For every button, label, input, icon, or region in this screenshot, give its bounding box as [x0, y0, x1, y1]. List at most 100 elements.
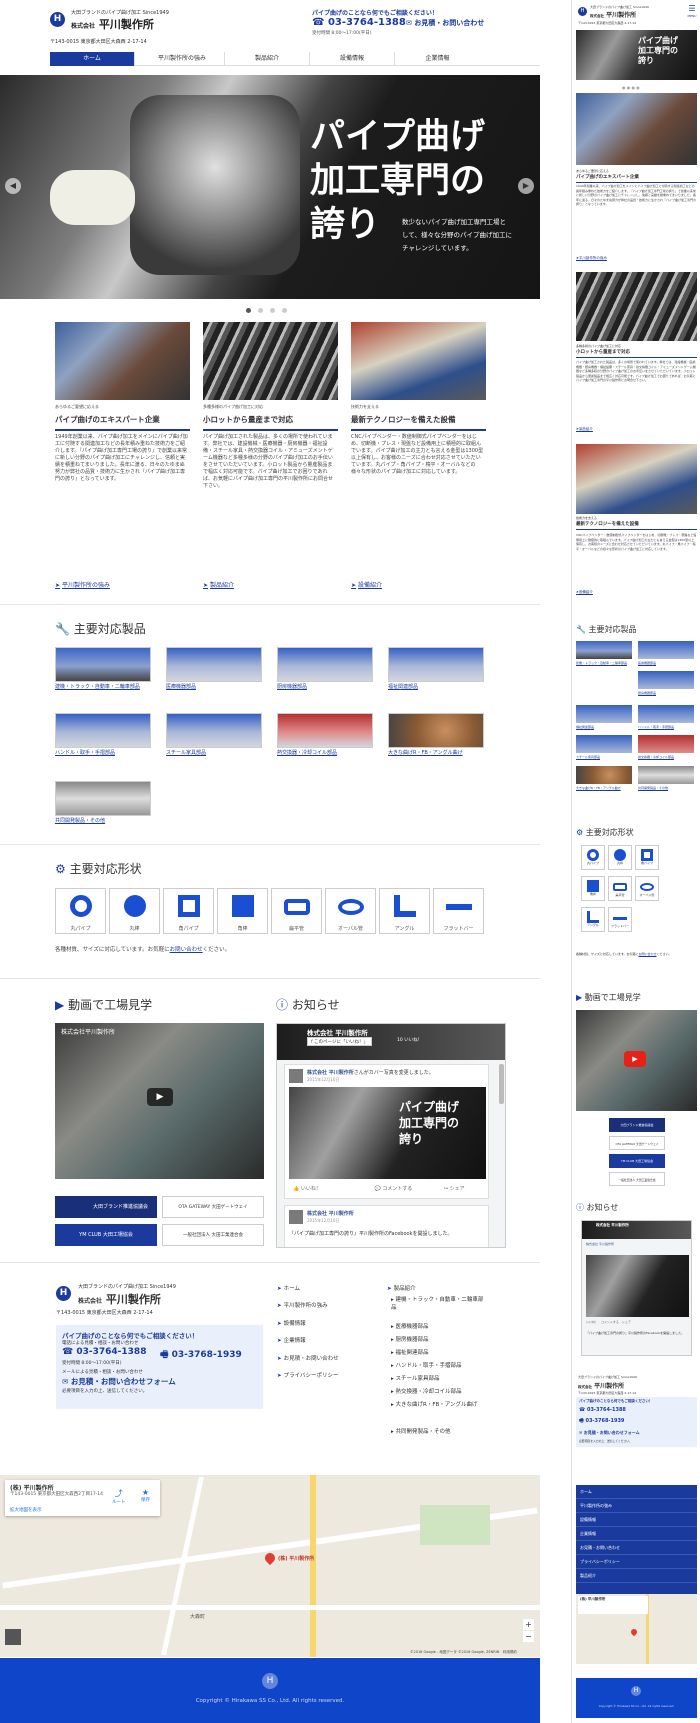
product-link-9[interactable]: 共同開発製品・その他	[55, 818, 105, 825]
mobile-fb-page[interactable]: 株式会社 平川製作所	[596, 1223, 629, 1228]
fb-page-name[interactable]: 株式会社 平川製作所	[307, 1027, 368, 1037]
footer-sublink[interactable]: ▸ 医療機器部品	[391, 1323, 429, 1331]
mobile-product-label-4[interactable]: 福祉関連部品	[576, 725, 594, 729]
banner-ota-brand[interactable]: 大田ブランド推進協議会	[55, 1196, 157, 1218]
fb-post-2-name[interactable]: 株式会社 平川製作所	[307, 1210, 354, 1217]
slider-dot-2[interactable]	[258, 308, 263, 313]
nav-home[interactable]: ホーム	[50, 52, 135, 66]
mobile-shape-square-pipe[interactable]: 角パイプ	[635, 845, 659, 870]
mobile-hero[interactable]: パイプ曲げ 加工専門の 誇り	[576, 30, 697, 80]
mobile-shape-round-pipe[interactable]: 丸パイプ	[581, 845, 605, 870]
shape-square-bar[interactable]: 角棒	[217, 888, 268, 934]
mobile-shape-square-bar[interactable]: 角棒	[581, 876, 605, 901]
mobile-shape-oval-tube[interactable]: オーバル管	[635, 876, 659, 901]
nav-company[interactable]: 企業情報	[395, 52, 480, 66]
shape-oval-tube[interactable]: オーバル管	[325, 888, 376, 934]
feature-3-link[interactable]: ➤ 設備紹介	[351, 580, 382, 589]
mobile-product-label-2[interactable]: 医療機器部品	[638, 661, 656, 665]
product-thumb-8[interactable]	[388, 713, 484, 748]
slider-dot-4[interactable]	[282, 308, 287, 313]
product-link-2[interactable]: 医療機器部品	[166, 684, 196, 691]
mobile-product-5[interactable]	[638, 705, 694, 723]
footer-sublink[interactable]: ▸ 厨房機器部品	[391, 1336, 429, 1344]
product-thumb-3[interactable]	[277, 647, 373, 682]
footer-sublink[interactable]: ▸ 大きな曲げR・FB・アングル曲げ	[391, 1401, 487, 1409]
fb-post-1-image[interactable]: パイプ曲げ 加工専門の 誇り	[289, 1087, 486, 1179]
mobile-shape-flat-tube[interactable]: 扁平管	[608, 876, 632, 901]
footer-link[interactable]: ➤ 平川製作所の強み	[277, 1302, 328, 1310]
mobile-nav-strengths[interactable]: 平川製作所の強み	[576, 1499, 697, 1513]
shape-square-pipe[interactable]: 角パイプ	[163, 888, 214, 934]
fb-like-page-button[interactable]: f このページに「いいね！」	[307, 1037, 372, 1046]
company-name[interactable]: 株式会社 平川製作所	[71, 16, 154, 32]
map-zoom-in[interactable]: +	[523, 1619, 534, 1630]
mobile-product-4[interactable]	[576, 705, 632, 723]
mobile-menu-button[interactable]: ☰ MENU	[685, 4, 699, 22]
mobile-phone[interactable]: ☎ 03-3764-1388	[579, 1407, 626, 1413]
hero-slider[interactable]: パイプ曲げ 加工専門の 誇り 数少ないパイプ曲げ加工専門工場と して、様々な分野…	[0, 75, 540, 299]
mobile-nav-contact[interactable]: お見積・お問い合わせ	[576, 1541, 697, 1555]
footer-sublink[interactable]: ▸ 建機・トラック・自動車・二輪車部品	[391, 1296, 487, 1312]
mobile-fb-like[interactable]: いいね！	[586, 1320, 598, 1324]
map-pin-icon[interactable]	[262, 1550, 278, 1566]
banner-ym-club[interactable]: YM CLUB 大田工場協会	[55, 1224, 157, 1246]
mobile-feature-3-link[interactable]: ➤設備紹介	[576, 590, 593, 595]
product-thumb-4[interactable]	[388, 647, 484, 682]
slider-dot-3[interactable]	[270, 308, 275, 313]
product-thumb-5[interactable]	[55, 713, 151, 748]
fb-scrollbar[interactable]	[499, 1064, 504, 1104]
mobile-product-label-1[interactable]: 建機・トラック・自動車・二輪車部品	[576, 661, 632, 665]
footer-sublink[interactable]: ▸ スチール家具部品	[391, 1375, 440, 1383]
mobile-nav-company[interactable]: 企業情報	[576, 1527, 697, 1541]
map-route-button[interactable]: ⤴ ルート	[112, 1488, 126, 1505]
footer-phone[interactable]: ☎ 03-3764-1388	[62, 1347, 146, 1357]
map-save-button[interactable]: ★ 保存	[141, 1488, 150, 1503]
footer-sublink[interactable]: ▸ 福祉関連部品	[391, 1349, 429, 1357]
mobile-facebook-widget[interactable]: 株式会社 平川製作所 株式会社 平川製作所 いいね！ · コメントする · シェ…	[581, 1220, 692, 1356]
mobile-product-2[interactable]	[638, 641, 694, 659]
footer-link[interactable]: ➤ お見積・お問い合わせ	[277, 1355, 339, 1363]
footer-link-products[interactable]: ➤ 製品紹介	[387, 1285, 416, 1293]
footer-link[interactable]: ➤ ホーム	[277, 1285, 300, 1293]
mobile-product-label-5[interactable]: ハンドル・取手・手摺部品	[638, 725, 674, 729]
mobile-product-6[interactable]	[576, 735, 632, 753]
banner-ota-union[interactable]: 一般社団法人 大田工業連合会	[162, 1224, 264, 1246]
shape-round-bar[interactable]: 丸棒	[109, 888, 160, 934]
map-enlarge-link[interactable]: 拡大地図を表示	[10, 1507, 42, 1513]
product-link-1[interactable]: 建機・トラック・自動車・二輪車部品	[55, 684, 151, 691]
feature-2-link[interactable]: ➤ 製品紹介	[203, 580, 234, 589]
mobile-product-label-9[interactable]: 共同開発製品・その他	[638, 786, 668, 790]
product-thumb-9[interactable]	[55, 781, 151, 816]
mobile-product-3[interactable]	[638, 671, 694, 689]
google-map[interactable]: (株) 平川製作所 〒143-0015 東京都大田区大森西2丁目17-14 拡大…	[0, 1475, 540, 1657]
header-phone[interactable]: ☎ 03-3764-1388	[312, 17, 406, 28]
mobile-banner-3[interactable]: YM CLUB 大田工場協会	[609, 1154, 665, 1168]
footer-sublink[interactable]: ▸ ハンドル・取手・手摺部品	[391, 1362, 462, 1370]
slider-dot-1[interactable]	[246, 308, 251, 313]
mobile-nav-privacy[interactable]: プライバシーポリシー	[576, 1555, 697, 1569]
mobile-product-1[interactable]	[576, 641, 632, 659]
mobile-fb-post-name[interactable]: 株式会社 平川製作所	[586, 1242, 614, 1246]
mobile-video-player[interactable]: ▶	[576, 1010, 697, 1111]
mobile-product-label-3[interactable]: 厨房機器部品	[638, 691, 656, 695]
footer-link[interactable]: ➤ 企業情報	[277, 1337, 306, 1345]
product-thumb-1[interactable]	[55, 647, 151, 682]
fb-like-button[interactable]: 👍 いいね！	[293, 1186, 321, 1192]
video-player[interactable]: 株式会社平川製作所 ▶	[55, 1023, 264, 1179]
fb-comment-button[interactable]: 💬 コメントする	[374, 1186, 412, 1192]
mobile-fb-comment[interactable]: コメントする	[601, 1320, 619, 1324]
mobile-nav-equipment[interactable]: 設備情報	[576, 1513, 697, 1527]
mobile-product-8[interactable]	[576, 766, 632, 784]
map-streetview-icon[interactable]	[5, 1629, 21, 1645]
mobile-contact-link[interactable]: お問い合わせ	[639, 952, 657, 956]
contact-link[interactable]: お問い合わせ	[170, 947, 203, 953]
estimate-link[interactable]: ✉ お見積・お問い合わせ	[406, 18, 484, 28]
mobile-map[interactable]: (株) 平川製作所	[576, 1594, 697, 1664]
footer-logo-icon[interactable]: H	[56, 1286, 71, 1301]
mobile-product-label-7[interactable]: 熱交換器・冷却コイル部品	[638, 755, 674, 759]
mobile-logo-icon[interactable]: H	[578, 7, 587, 16]
slider-prev-icon[interactable]: ◀	[5, 178, 21, 194]
mobile-banner-4[interactable]: 一般社団法人 大田工業連合会	[609, 1172, 665, 1186]
product-link-5[interactable]: ハンドル・取手・手摺部品	[55, 750, 115, 757]
mobile-nav-products[interactable]: 製品紹介	[576, 1569, 697, 1583]
